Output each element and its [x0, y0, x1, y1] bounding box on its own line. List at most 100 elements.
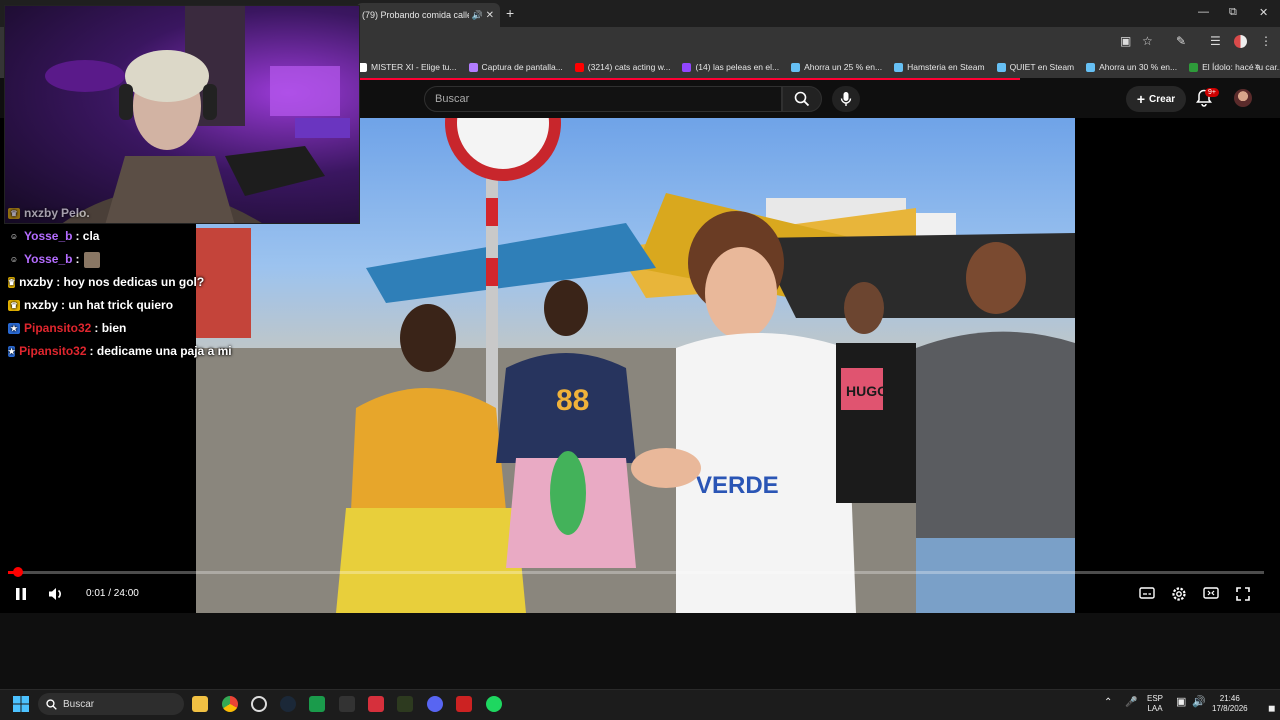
notification-badge: 9+ — [1205, 88, 1219, 97]
user-avatar[interactable] — [1234, 89, 1252, 107]
gear-icon — [1172, 587, 1186, 601]
minimize-button[interactable]: — — [1198, 6, 1209, 18]
bookmark-item[interactable]: El Ídolo: hacé tu car... — [1189, 62, 1280, 72]
chat-message: ♛ nxzby: hoy nos dedicas un gol? — [8, 271, 204, 294]
steam-icon[interactable] — [280, 696, 296, 712]
search-input[interactable]: Buscar — [424, 86, 782, 112]
chat-message: ♛ nxzby Pelo. — [8, 202, 198, 225]
chat-text: : hoy nos dedicas un gol? — [56, 275, 205, 289]
bookmark-label: Captura de pantalla... — [481, 62, 563, 72]
bookmark-item[interactable]: QUIET en Steam — [996, 62, 1074, 72]
chat-username[interactable]: Yosse_b — [24, 248, 72, 271]
notification-center-icon[interactable]: ◼ — [1268, 703, 1275, 713]
crown-badge-icon: ♛ — [8, 208, 20, 219]
helmet-badge-icon: ☺ — [9, 232, 19, 241]
chat-username[interactable]: nxzby — [24, 294, 58, 317]
shirt-text: VERDE — [696, 472, 779, 499]
chat-emote-image — [84, 251, 101, 268]
file-explorer-icon[interactable] — [192, 696, 208, 712]
shirt-number: 88 — [556, 384, 589, 417]
bookmark-label: Ahorra un 30 % en... — [1099, 62, 1178, 72]
reading-list-icon[interactable]: ☰ — [1210, 34, 1221, 48]
microphone-icon — [840, 92, 852, 106]
chat-text: : un hat trick quiero — [61, 298, 174, 312]
tab-active[interactable]: (79) Probando comida calle 🔊 ✕ — [356, 3, 500, 27]
chat-username[interactable]: nxzby — [24, 202, 58, 225]
prime-badge-icon: ★ — [8, 323, 20, 334]
chat-message: ♛ nxzby: un hat trick quiero — [8, 294, 198, 317]
bookmark-favicon-icon — [996, 62, 1006, 72]
theater-icon — [1203, 587, 1219, 599]
chrome-icon[interactable] — [222, 696, 238, 712]
cast-icon[interactable]: ▣ — [1120, 34, 1131, 48]
tab-close-icon[interactable]: ✕ — [486, 10, 494, 21]
theater-mode-button[interactable] — [1203, 586, 1219, 605]
bookmarks-more-icon[interactable]: » — [1254, 61, 1260, 72]
bookmark-favicon-icon — [682, 62, 692, 72]
app-dark-icon[interactable] — [339, 696, 355, 712]
voice-search-button[interactable] — [832, 86, 860, 112]
pause-button[interactable] — [14, 586, 28, 607]
app-green-icon[interactable] — [309, 696, 325, 712]
streamer-webcam — [4, 5, 360, 224]
bookmark-item[interactable]: Ahorra un 30 % en... — [1086, 62, 1177, 72]
new-tab-button[interactable]: + — [506, 5, 514, 21]
create-button[interactable]: + Crear — [1126, 86, 1186, 112]
progress-bar[interactable] — [8, 567, 1264, 577]
time-display: 0:01 / 24:00 — [86, 588, 139, 599]
mister-icon[interactable] — [456, 696, 472, 712]
taskbar-search[interactable]: Buscar — [38, 693, 184, 715]
bookmark-item[interactable]: (3214) cats acting w... — [574, 62, 670, 72]
discord-icon[interactable] — [427, 696, 443, 712]
keyboard-layout: LAA — [1147, 704, 1163, 713]
pause-icon — [16, 588, 26, 600]
chat-text: : bien — [94, 321, 127, 335]
language-indicator[interactable]: ESP LAA — [1147, 694, 1163, 714]
profile-icon[interactable] — [1234, 35, 1247, 48]
extensions-icon[interactable]: ✎ — [1176, 34, 1186, 48]
volume-tray-icon[interactable]: 🔊 — [1192, 697, 1206, 708]
menu-icon[interactable]: ⋮ — [1260, 34, 1272, 48]
chat-text: Pelo. — [61, 206, 90, 220]
chat-username[interactable]: Yosse_b — [24, 225, 72, 248]
bookmark-item[interactable]: Ahorra un 25 % en... — [791, 62, 882, 72]
bookmark-item[interactable]: Captura de pantalla... — [468, 62, 563, 72]
app-red-icon[interactable] — [368, 696, 384, 712]
tshirt-text: HUGO — [846, 383, 888, 399]
search-icon — [46, 698, 57, 710]
start-button[interactable] — [13, 696, 29, 717]
settings-button[interactable] — [1171, 586, 1187, 607]
create-label: Crear — [1149, 93, 1176, 105]
search-button[interactable] — [782, 86, 822, 112]
bookmark-label: (14) las peleas en el... — [695, 62, 780, 72]
chat-text: : cla — [75, 229, 100, 243]
tray-chevron-icon[interactable]: ⌃ — [1104, 698, 1112, 708]
helmet-badge-icon: ☺ — [9, 255, 19, 264]
subtitles-button[interactable] — [1139, 586, 1155, 605]
chat-username[interactable]: nxzby — [19, 271, 53, 294]
clock[interactable]: 21:46 17/8/2026 — [1212, 694, 1248, 714]
game-icon[interactable] — [397, 696, 413, 712]
webcam-scene — [45, 6, 350, 223]
volume-button[interactable] — [47, 586, 65, 607]
bookmark-favicon-icon — [1189, 62, 1199, 72]
close-window-button[interactable]: ✕ — [1259, 6, 1268, 19]
obs-icon[interactable] — [251, 696, 267, 712]
chat-username[interactable]: Pipansito32 — [24, 317, 91, 340]
fullscreen-button[interactable] — [1235, 586, 1251, 607]
crown-badge-icon: ♛ — [8, 300, 20, 311]
bookmark-item[interactable]: MISTER XI - Elige tu... — [358, 62, 457, 72]
speaker-icon[interactable]: 🔊 — [472, 10, 483, 21]
mic-tray-icon[interactable]: 🎤 — [1125, 698, 1137, 708]
progress-scrubber[interactable] — [13, 567, 24, 577]
chat-username[interactable]: Pipansito32 — [19, 340, 86, 363]
restore-button[interactable]: ⧉ — [1229, 6, 1237, 19]
spotify-icon[interactable] — [486, 696, 502, 712]
star-icon[interactable]: ☆ — [1142, 34, 1153, 48]
bookmark-item[interactable]: Hamsteria en Steam — [894, 62, 985, 72]
plus-icon: + — [1136, 91, 1146, 107]
network-icon[interactable]: ▣ — [1176, 697, 1186, 708]
chat-message: ★ Pipansito32: bien — [8, 317, 198, 340]
search-icon — [794, 91, 810, 107]
bookmark-item[interactable]: (14) las peleas en el... — [682, 62, 779, 72]
